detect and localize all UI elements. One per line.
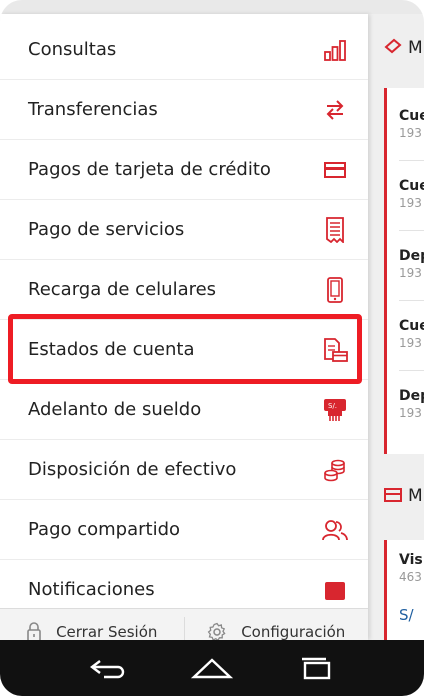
section-title: M [408,38,423,58]
account-name: Cue [399,318,424,334]
card-amount: S/ [399,606,414,624]
card-info: Vis 463 [399,552,424,584]
menu-item-recarga-celulares[interactable]: Recarga de celulares [0,260,368,320]
wallet-icon [384,38,402,58]
divider [399,300,424,301]
card-name: Vis [399,552,423,568]
account-number: 193 [399,336,422,350]
users-icon [322,517,348,543]
recent-apps-icon [302,657,331,680]
account-row[interactable]: Dep 193 [399,248,424,280]
back-button[interactable] [84,648,132,688]
logout-button[interactable]: Cerrar Sesión [0,609,184,640]
lock-icon [27,621,41,640]
divider [399,370,424,371]
account-row[interactable]: Cue 193 [399,178,424,210]
account-row[interactable]: Cue 193 [399,318,424,350]
menu-item-label: Notificaciones [28,579,155,600]
divider [399,230,424,231]
account-row[interactable]: Dep 193 [399,388,424,420]
home-button[interactable] [188,648,236,688]
salary-advance-icon: S/. [322,397,348,423]
settings-label: Configuración [241,622,346,641]
credit-card-icon [322,157,348,183]
transfer-arrows-icon [322,97,348,123]
menu-item-label: Transferencias [28,99,158,120]
menu-item-pagos-tarjeta[interactable]: Pagos de tarjeta de crédito [0,140,368,200]
account-row[interactable]: Cue 193 [399,108,424,140]
menu-item-adelanto-sueldo[interactable]: Adelanto de sueldo S/. [0,380,368,440]
bar-chart-icon [322,37,348,63]
credit-card-item[interactable]: Vis 463 S/ [384,540,424,640]
menu-item-label: Pago compartido [28,519,181,540]
menu-item-pago-servicios[interactable]: Pago de servicios [0,200,368,260]
menu-item-label: Pagos de tarjeta de crédito [28,159,271,180]
mobile-phone-icon [322,276,348,303]
menu-item-label: Disposición de efectivo [28,459,237,480]
system-navigation-bar [0,640,424,696]
section-title: M [408,486,423,506]
receipt-icon [322,216,348,243]
account-name: Cue [399,108,424,124]
menu-item-pago-compartido[interactable]: Pago compartido [0,500,368,560]
gear-icon [207,622,226,640]
status-bar [0,0,424,14]
divider [399,160,424,161]
logout-label: Cerrar Sesión [56,622,158,641]
account-name: Dep [399,388,424,404]
account-number: 193 [399,406,422,420]
menu-item-consultas[interactable]: Consultas [0,20,368,80]
settings-button[interactable]: Configuración [185,609,369,640]
account-number: 193 [399,126,422,140]
account-name: Cue [399,178,424,194]
card-icon [384,487,402,506]
account-name: Dep [399,248,424,264]
coins-icon [322,457,348,483]
home-icon [191,658,233,679]
section-header-accounts: M [384,36,423,60]
navigation-drawer: Consultas Transferencias Pagos de tarjet… [0,14,368,640]
menu-item-label: Consultas [28,39,117,60]
menu-item-label: Adelanto de sueldo [28,399,202,420]
card-number: 463 [399,570,422,584]
recent-apps-button[interactable] [292,648,340,688]
menu-item-label: Recarga de celulares [28,279,217,300]
section-header-cards: M [384,484,423,508]
menu-item-transferencias[interactable]: Transferencias [0,80,368,140]
account-number: 193 [399,266,422,280]
menu-item-label: Pago de servicios [28,219,185,240]
drawer-footer: Cerrar Sesión Configuración [0,608,368,640]
account-number: 193 [399,196,422,210]
menu-item-disposicion-efectivo[interactable]: Disposición de efectivo [0,440,368,500]
highlight-box [8,314,362,384]
accounts-card: Cue 193 Cue 193 Dep 193 Cue 193 Dep 193 [384,88,424,454]
phone-screen: M Cue 193 Cue 193 Dep 193 Cue 193 Dep 19… [0,0,424,696]
back-arrow-icon [90,660,125,679]
notification-icon [322,577,348,603]
svg-text:S/.: S/. [328,402,337,410]
